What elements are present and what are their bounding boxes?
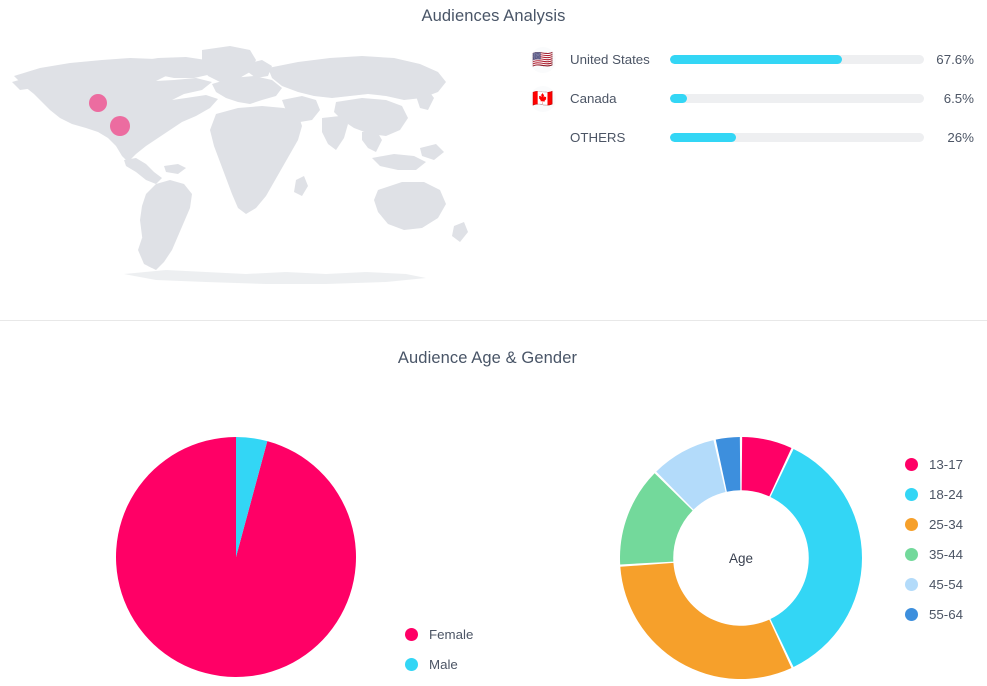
gender-pie-svg[interactable] bbox=[116, 437, 356, 677]
country-progress-fill bbox=[670, 55, 842, 64]
audiences-analysis-section: Audiences Analysis 🇺🇸 United States 67.6… bbox=[0, 0, 987, 320]
legend-swatch-55-64 bbox=[905, 607, 918, 621]
country-progress-fill bbox=[670, 94, 687, 103]
legend-item-55-64[interactable]: 55-64 bbox=[905, 599, 963, 629]
gender-chart: Female Male bbox=[0, 416, 493, 686]
country-row-others[interactable]: OTHERS 26% bbox=[530, 118, 980, 157]
slice-18-24[interactable] bbox=[770, 449, 862, 667]
legend-swatch-18-24 bbox=[905, 487, 918, 501]
legend-item-13-17[interactable]: 13-17 bbox=[905, 449, 963, 479]
flag-united-states-icon: 🇺🇸 bbox=[530, 46, 556, 73]
country-row-canada[interactable]: 🇨🇦 Canada 6.5% bbox=[530, 79, 980, 118]
country-percent-label: 26% bbox=[947, 130, 974, 145]
country-breakdown-list: 🇺🇸 United States 67.6% 🇨🇦 Canada 6.5% OT… bbox=[530, 40, 980, 157]
legend-swatch-male bbox=[405, 657, 418, 671]
age-chart: Age 13-17 18-24 25-34 35-44 45-54 55-64 bbox=[493, 416, 987, 686]
country-percent-label: 67.6% bbox=[936, 52, 974, 67]
legend-swatch-female bbox=[405, 627, 418, 641]
legend-swatch-13-17 bbox=[905, 457, 918, 471]
country-progress-fill bbox=[670, 133, 737, 142]
legend-label-45-54: 45-54 bbox=[929, 576, 964, 592]
section-title-age-gender: Audience Age & Gender bbox=[397, 349, 578, 367]
age-legend: 13-17 18-24 25-34 35-44 45-54 55-64 bbox=[905, 449, 963, 629]
map-marker-2[interactable] bbox=[110, 116, 130, 136]
map-landmasses bbox=[12, 46, 468, 284]
gender-pie-slices[interactable] bbox=[116, 437, 356, 677]
country-progress-track bbox=[670, 133, 924, 142]
audience-age-gender-section: Audience Age & Gender Female Male Age 13… bbox=[0, 321, 987, 686]
gender-legend: Female Male bbox=[405, 619, 473, 679]
legend-swatch-45-54 bbox=[905, 577, 918, 591]
country-name-label: United States bbox=[570, 52, 650, 67]
legend-item-35-44[interactable]: 35-44 bbox=[905, 539, 963, 569]
map-marker-1[interactable] bbox=[89, 94, 107, 112]
legend-label-35-44: 35-44 bbox=[929, 546, 964, 562]
legend-swatch-25-34 bbox=[905, 517, 918, 531]
country-row-united-states[interactable]: 🇺🇸 United States 67.6% bbox=[530, 40, 980, 79]
flag-placeholder-icon bbox=[530, 125, 556, 151]
legend-label-13-17: 13-17 bbox=[929, 456, 964, 472]
age-donut-svg[interactable] bbox=[620, 437, 862, 679]
country-progress-track bbox=[670, 94, 924, 103]
country-name-label: Canada bbox=[570, 91, 617, 106]
legend-swatch-35-44 bbox=[905, 547, 918, 561]
legend-item-25-34[interactable]: 25-34 bbox=[905, 509, 963, 539]
legend-item-45-54[interactable]: 45-54 bbox=[905, 569, 963, 599]
world-map[interactable] bbox=[6, 38, 476, 288]
legend-label-male: Male bbox=[429, 656, 458, 672]
legend-item-male[interactable]: Male bbox=[405, 649, 473, 679]
country-percent-label: 6.5% bbox=[943, 91, 974, 106]
slice-25-34[interactable] bbox=[620, 562, 792, 679]
world-map-svg bbox=[12, 46, 468, 284]
legend-item-18-24[interactable]: 18-24 bbox=[905, 479, 963, 509]
page-title: Audiences Analysis bbox=[421, 7, 566, 25]
legend-label-55-64: 55-64 bbox=[929, 606, 964, 622]
legend-item-female[interactable]: Female bbox=[405, 619, 473, 649]
age-donut-slices[interactable] bbox=[620, 437, 862, 679]
country-name-label: OTHERS bbox=[570, 130, 626, 145]
flag-canada-icon: 🇨🇦 bbox=[530, 85, 556, 112]
legend-label-25-34: 25-34 bbox=[929, 516, 964, 532]
legend-label-female: Female bbox=[429, 626, 474, 642]
legend-label-18-24: 18-24 bbox=[929, 486, 964, 502]
country-progress-track bbox=[670, 55, 924, 64]
